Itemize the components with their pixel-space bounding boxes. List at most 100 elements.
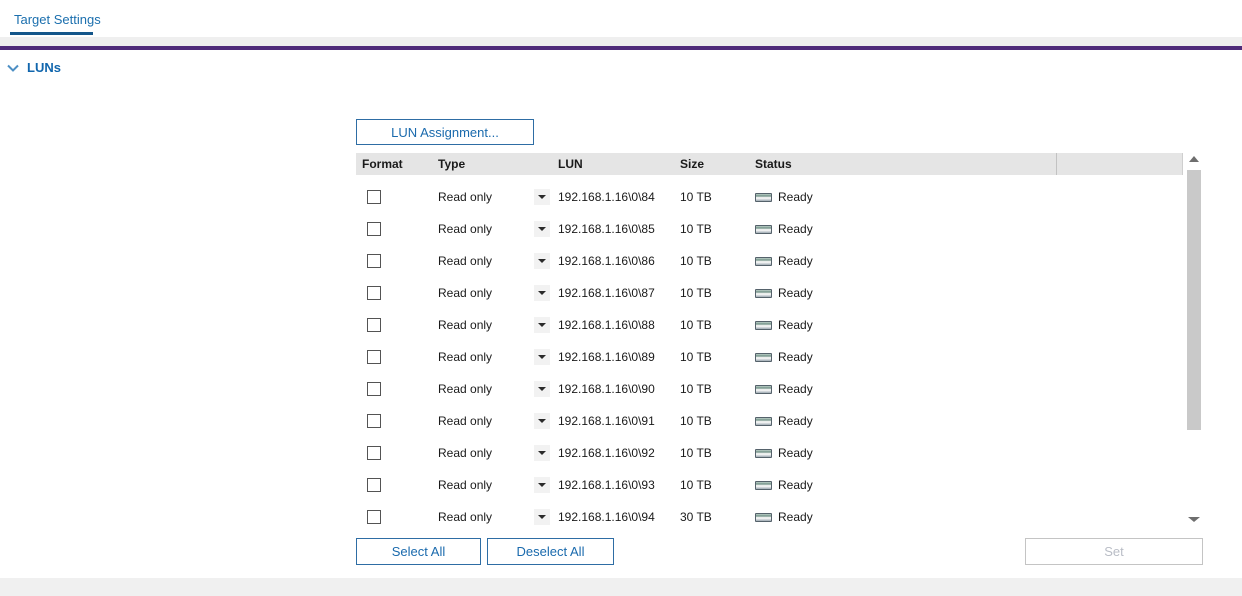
- type-value: Read only: [438, 414, 492, 428]
- format-checkbox[interactable]: [367, 350, 381, 364]
- format-checkbox[interactable]: [367, 414, 381, 428]
- table-row: Read only 192.168.1.16\0\89 10 TB Ready: [356, 341, 1183, 373]
- size-cell: 10 TB: [680, 190, 755, 204]
- lun-value: 192.168.1.16\0\85: [558, 222, 655, 236]
- dropdown-arrow-icon: [538, 515, 546, 519]
- status-value: Ready: [778, 190, 813, 204]
- type-dropdown-button[interactable]: [534, 221, 550, 237]
- table-scrollbar[interactable]: [1187, 153, 1201, 525]
- status-cell: Ready: [755, 446, 1057, 460]
- table-row: Read only 192.168.1.16\0\90 10 TB Ready: [356, 373, 1183, 405]
- type-cell: Read only: [438, 190, 558, 204]
- status-value: Ready: [778, 222, 813, 236]
- format-checkbox[interactable]: [367, 190, 381, 204]
- lun-drive-icon: [755, 193, 772, 202]
- type-value: Read only: [438, 190, 492, 204]
- tab-target-settings[interactable]: Target Settings: [14, 12, 101, 27]
- type-cell: Read only: [438, 350, 558, 364]
- lun-cell: 192.168.1.16\0\88: [558, 318, 680, 332]
- type-dropdown-button[interactable]: [534, 253, 550, 269]
- section-title: LUNs: [27, 60, 61, 75]
- scroll-down-icon[interactable]: [1188, 517, 1200, 522]
- column-header-type[interactable]: Type: [438, 153, 558, 175]
- column-header-format[interactable]: Format: [356, 153, 438, 175]
- status-cell: Ready: [755, 254, 1057, 268]
- deselect-all-button[interactable]: Deselect All: [487, 538, 614, 565]
- chevron-down-icon[interactable]: [6, 61, 20, 75]
- column-header-extra: [1057, 153, 1183, 175]
- format-checkbox[interactable]: [367, 478, 381, 492]
- dropdown-arrow-icon: [538, 483, 546, 487]
- type-dropdown-button[interactable]: [534, 413, 550, 429]
- column-header-size[interactable]: Size: [680, 153, 755, 175]
- type-cell: Read only: [438, 254, 558, 268]
- lun-drive-icon: [755, 289, 772, 298]
- status-value: Ready: [778, 446, 813, 460]
- format-checkbox[interactable]: [367, 254, 381, 268]
- table-row: Read only 192.168.1.16\0\85 10 TB Ready: [356, 213, 1183, 245]
- status-value: Ready: [778, 414, 813, 428]
- lun-cell: 192.168.1.16\0\91: [558, 414, 680, 428]
- size-cell: 10 TB: [680, 414, 755, 428]
- format-checkbox[interactable]: [367, 382, 381, 396]
- format-checkbox[interactable]: [367, 222, 381, 236]
- type-dropdown-button[interactable]: [534, 445, 550, 461]
- lun-value: 192.168.1.16\0\94: [558, 510, 655, 524]
- luns-section-header[interactable]: LUNs: [6, 60, 61, 75]
- dropdown-arrow-icon: [538, 355, 546, 359]
- type-dropdown-button[interactable]: [534, 349, 550, 365]
- size-value: 10 TB: [680, 286, 712, 300]
- scroll-up-icon[interactable]: [1189, 156, 1199, 162]
- format-checkbox[interactable]: [367, 286, 381, 300]
- lun-assignment-button[interactable]: LUN Assignment...: [356, 119, 534, 145]
- column-header-lun[interactable]: LUN: [558, 153, 680, 175]
- scrollbar-thumb[interactable]: [1187, 170, 1201, 430]
- status-cell: Ready: [755, 286, 1057, 300]
- format-checkbox[interactable]: [367, 318, 381, 332]
- type-cell: Read only: [438, 286, 558, 300]
- lun-cell: 192.168.1.16\0\84: [558, 190, 680, 204]
- type-value: Read only: [438, 286, 492, 300]
- type-dropdown-button[interactable]: [534, 285, 550, 301]
- lun-value: 192.168.1.16\0\87: [558, 286, 655, 300]
- size-cell: 30 TB: [680, 510, 755, 524]
- active-tab-underline: [10, 32, 93, 35]
- type-value: Read only: [438, 446, 492, 460]
- size-cell: 10 TB: [680, 350, 755, 364]
- type-cell: Read only: [438, 510, 558, 524]
- size-value: 10 TB: [680, 318, 712, 332]
- lun-cell: 192.168.1.16\0\86: [558, 254, 680, 268]
- lun-value: 192.168.1.16\0\84: [558, 190, 655, 204]
- lun-cell: 192.168.1.16\0\89: [558, 350, 680, 364]
- tab-bar: Target Settings: [0, 0, 1242, 37]
- format-checkbox[interactable]: [367, 510, 381, 524]
- status-value: Ready: [778, 510, 813, 524]
- type-dropdown-button[interactable]: [534, 477, 550, 493]
- size-cell: 10 TB: [680, 446, 755, 460]
- size-cell: 10 TB: [680, 382, 755, 396]
- type-dropdown-button[interactable]: [534, 317, 550, 333]
- table-row: Read only 192.168.1.16\0\86 10 TB Ready: [356, 245, 1183, 277]
- lun-table: Format Type LUN Size Status Read only 19…: [356, 153, 1183, 533]
- set-button[interactable]: Set: [1025, 538, 1203, 565]
- lun-cell: 192.168.1.16\0\87: [558, 286, 680, 300]
- type-dropdown-button[interactable]: [534, 381, 550, 397]
- format-cell: [356, 318, 438, 332]
- type-dropdown-button[interactable]: [534, 509, 550, 525]
- type-dropdown-button[interactable]: [534, 189, 550, 205]
- dropdown-arrow-icon: [538, 227, 546, 231]
- size-cell: 10 TB: [680, 222, 755, 236]
- dropdown-arrow-icon: [538, 387, 546, 391]
- status-cell: Ready: [755, 190, 1057, 204]
- size-value: 30 TB: [680, 510, 712, 524]
- select-all-button[interactable]: Select All: [356, 538, 481, 565]
- format-checkbox[interactable]: [367, 446, 381, 460]
- size-value: 10 TB: [680, 222, 712, 236]
- type-value: Read only: [438, 222, 492, 236]
- status-cell: Ready: [755, 510, 1057, 524]
- format-cell: [356, 446, 438, 460]
- status-value: Ready: [778, 318, 813, 332]
- column-header-status[interactable]: Status: [755, 153, 1057, 175]
- status-cell: Ready: [755, 350, 1057, 364]
- table-row: Read only 192.168.1.16\0\94 30 TB Ready: [356, 501, 1183, 533]
